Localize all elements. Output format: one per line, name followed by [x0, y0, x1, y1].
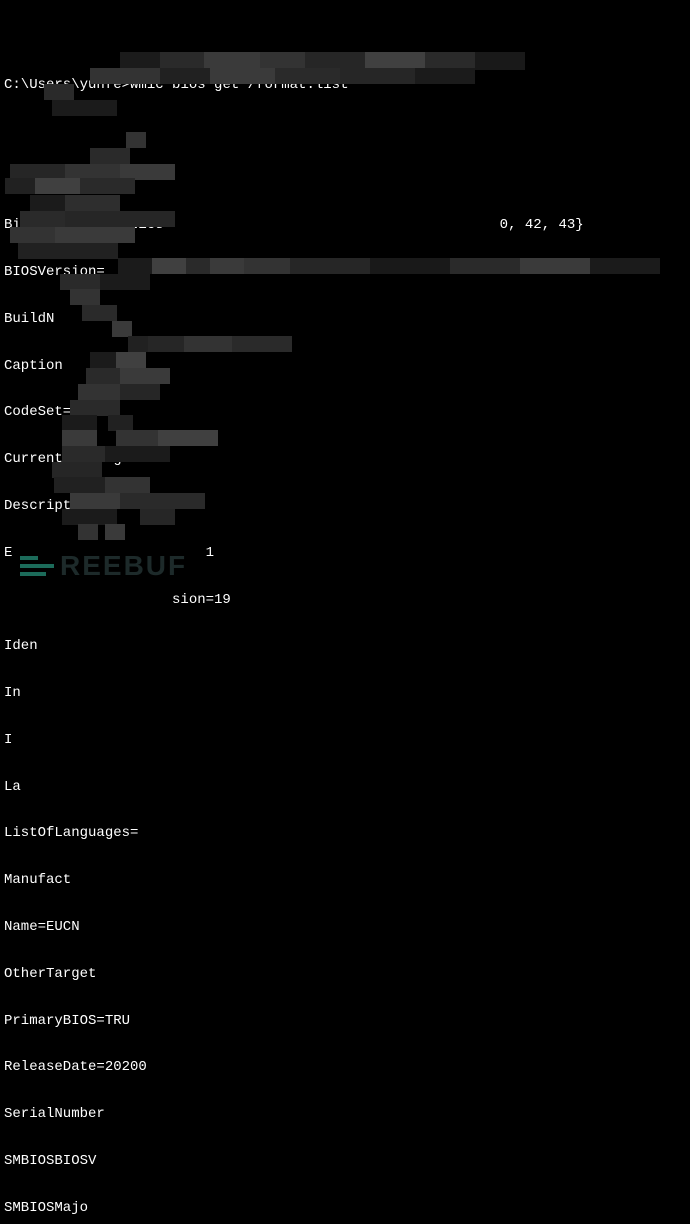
redaction-block	[78, 524, 98, 540]
redaction-block	[590, 258, 660, 274]
redaction-block	[450, 258, 520, 274]
redaction-block	[415, 68, 475, 84]
redaction-block	[62, 430, 97, 446]
redaction-block	[112, 321, 132, 337]
redaction-block	[158, 430, 218, 446]
redaction-block	[120, 368, 170, 384]
blank-line	[4, 125, 686, 141]
redaction-block	[105, 477, 150, 493]
redaction-block	[105, 446, 170, 462]
redaction-block	[475, 52, 525, 70]
output-line: SMBIOSBIOSV	[4, 1154, 686, 1170]
redaction-block	[120, 384, 160, 400]
redaction-block	[65, 211, 175, 227]
redaction-block	[20, 211, 70, 227]
output-line: ReleaseDate=20200	[4, 1060, 686, 1076]
output-line: Name=EUCN	[4, 920, 686, 936]
output-line: SMBIOSMajo	[4, 1201, 686, 1217]
output-line: SerialNumber	[4, 1107, 686, 1123]
redaction-block	[290, 258, 370, 274]
output-line: In	[4, 686, 686, 702]
redaction-block	[62, 415, 97, 431]
redaction-block	[90, 148, 130, 164]
redaction-block	[30, 195, 70, 211]
redaction-block	[55, 227, 135, 243]
output-line: Manufact	[4, 873, 686, 889]
redaction-block	[82, 305, 117, 321]
redaction-block	[210, 68, 280, 84]
redaction-block	[148, 336, 188, 352]
output-line: La	[4, 780, 686, 796]
redaction-block	[52, 100, 117, 116]
redaction-block	[120, 493, 205, 509]
redaction-block	[184, 336, 234, 352]
output-line: Iden	[4, 639, 686, 655]
redaction-block	[18, 243, 118, 259]
output-line: ListOfLanguages=	[4, 826, 686, 842]
redaction-block	[65, 195, 120, 211]
redaction-block	[52, 462, 102, 478]
output-line: E 1	[4, 546, 686, 562]
redaction-block	[232, 336, 292, 352]
redaction-block	[70, 289, 100, 305]
redaction-block	[126, 132, 146, 148]
redaction-block	[35, 178, 85, 194]
redaction-block	[340, 68, 420, 84]
redaction-block	[80, 178, 135, 194]
redaction-block	[62, 509, 117, 525]
redaction-block	[116, 352, 146, 368]
output-line: PrimaryBIOS=TRU	[4, 1014, 686, 1030]
redaction-block	[520, 258, 590, 274]
redaction-block	[105, 524, 125, 540]
redaction-block	[44, 84, 74, 100]
redaction-block	[108, 415, 133, 431]
redaction-block	[70, 493, 125, 509]
line-prev	[4, 31, 686, 47]
output-line: OtherTarget	[4, 967, 686, 983]
redaction-block	[100, 274, 150, 290]
redaction-block	[70, 400, 120, 416]
output-line: sion=19	[4, 593, 686, 609]
redaction-block	[275, 68, 345, 84]
redaction-block	[244, 258, 294, 274]
redaction-block	[370, 258, 450, 274]
redaction-block	[140, 509, 175, 525]
redaction-block	[90, 68, 170, 84]
output-line: I	[4, 733, 686, 749]
redaction-block	[10, 227, 60, 243]
